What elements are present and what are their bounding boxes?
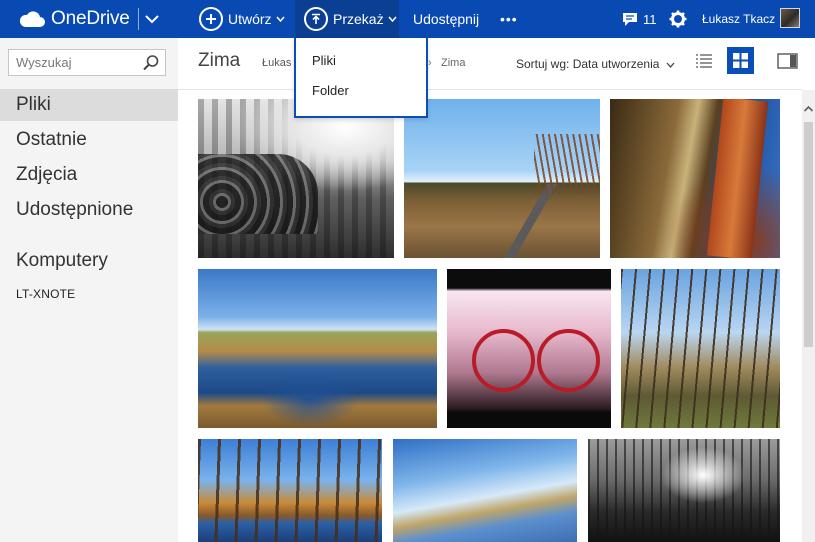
create-label: Utwórz bbox=[228, 11, 272, 27]
app-switcher-button[interactable] bbox=[145, 0, 159, 38]
more-button[interactable]: ••• bbox=[500, 0, 518, 38]
tiles-view-button[interactable] bbox=[727, 47, 754, 74]
sidebar-item-label: Udostępnione bbox=[16, 199, 134, 220]
avatar[interactable] bbox=[780, 8, 800, 28]
sort-dropdown[interactable]: Sortuj wg: Data utworzenia bbox=[516, 57, 675, 71]
notifications-button[interactable]: 11 bbox=[622, 0, 657, 38]
command-bar-divider bbox=[178, 89, 802, 90]
scrollbar-thumb[interactable] bbox=[804, 122, 813, 347]
gear-icon bbox=[669, 10, 687, 28]
photo-tile[interactable] bbox=[588, 439, 780, 542]
share-label: Udostępnij bbox=[413, 11, 480, 27]
photo-tile[interactable] bbox=[447, 269, 611, 428]
grid-icon bbox=[733, 53, 748, 68]
sidebar-section-label: Komputery bbox=[16, 250, 108, 271]
photo-tile[interactable] bbox=[610, 99, 780, 258]
breadcrumb-user[interactable]: Łukas bbox=[262, 57, 291, 69]
more-dots-icon: ••• bbox=[500, 11, 518, 27]
photo-tile[interactable] bbox=[198, 99, 394, 258]
photo-tile[interactable] bbox=[198, 439, 382, 542]
share-button[interactable]: Udostępnij bbox=[413, 0, 479, 38]
menu-item-label: Folder bbox=[312, 82, 349, 98]
details-pane-icon[interactable] bbox=[777, 53, 798, 69]
cloud-icon bbox=[19, 11, 45, 27]
search-input[interactable] bbox=[9, 50, 139, 75]
chevron-down-icon bbox=[666, 62, 675, 68]
left-navigation: Pliki Ostatnie Zdjęcia Udostępnione Komp… bbox=[0, 38, 178, 542]
brand-logo[interactable]: OneDrive bbox=[18, 0, 130, 38]
chat-bubble-icon bbox=[623, 12, 637, 26]
sidebar-item-files[interactable]: Pliki bbox=[0, 89, 178, 121]
photo-tile[interactable] bbox=[198, 269, 437, 428]
sidebar-item-computer[interactable]: LT-XNOTE bbox=[0, 278, 178, 310]
user-name[interactable]: Łukasz Tkacz bbox=[702, 0, 775, 38]
brand-separator bbox=[138, 8, 139, 30]
sidebar-computers-heading: Komputery bbox=[0, 245, 178, 277]
onedrive-app: OneDrive Utwórz Przekaż Udostępnij ••• 1… bbox=[0, 0, 815, 542]
upload-label: Przekaż bbox=[333, 11, 384, 27]
search-box bbox=[8, 49, 166, 76]
top-bar: OneDrive Utwórz Przekaż Udostępnij ••• 1… bbox=[0, 0, 815, 38]
plus-icon bbox=[199, 7, 223, 31]
upload-folder-menu-item[interactable]: Folder bbox=[296, 75, 426, 105]
sidebar-item-photos[interactable]: Zdjęcia bbox=[0, 159, 178, 191]
chevron-down-icon bbox=[145, 15, 159, 24]
upload-menu: Pliki Folder bbox=[294, 38, 428, 118]
notifications-count: 11 bbox=[643, 11, 657, 27]
menu-item-label: Pliki bbox=[312, 52, 336, 68]
sidebar-item-label: Pliki bbox=[16, 94, 51, 115]
scroll-up-arrow-icon[interactable] bbox=[803, 104, 814, 114]
sidebar-item-label: Ostatnie bbox=[16, 129, 87, 150]
upload-button[interactable]: Przekaż bbox=[304, 0, 397, 38]
brand-name: OneDrive bbox=[51, 8, 130, 29]
search-icon[interactable] bbox=[141, 53, 161, 73]
chevron-down-icon bbox=[388, 16, 397, 22]
upload-files-menu-item[interactable]: Pliki bbox=[296, 45, 426, 75]
photo-tile[interactable] bbox=[621, 269, 780, 428]
breadcrumb-current: Zima bbox=[441, 57, 466, 69]
settings-button[interactable] bbox=[669, 0, 687, 38]
computer-name: LT-XNOTE bbox=[16, 287, 76, 301]
upload-icon bbox=[304, 7, 328, 31]
list-view-icon[interactable] bbox=[695, 53, 713, 69]
photo-tile[interactable] bbox=[393, 439, 577, 542]
page-title: Zima bbox=[198, 50, 241, 71]
create-button[interactable]: Utwórz bbox=[199, 0, 285, 38]
breadcrumb-separator: › bbox=[428, 57, 432, 69]
sidebar-item-label: Zdjęcia bbox=[16, 164, 78, 185]
photo-tile[interactable] bbox=[404, 99, 600, 258]
chevron-down-icon bbox=[275, 16, 285, 22]
sort-label: Sortuj wg: Data utworzenia bbox=[516, 57, 660, 71]
sidebar-item-recent[interactable]: Ostatnie bbox=[0, 124, 178, 156]
sidebar-item-shared[interactable]: Udostępnione bbox=[0, 194, 178, 226]
